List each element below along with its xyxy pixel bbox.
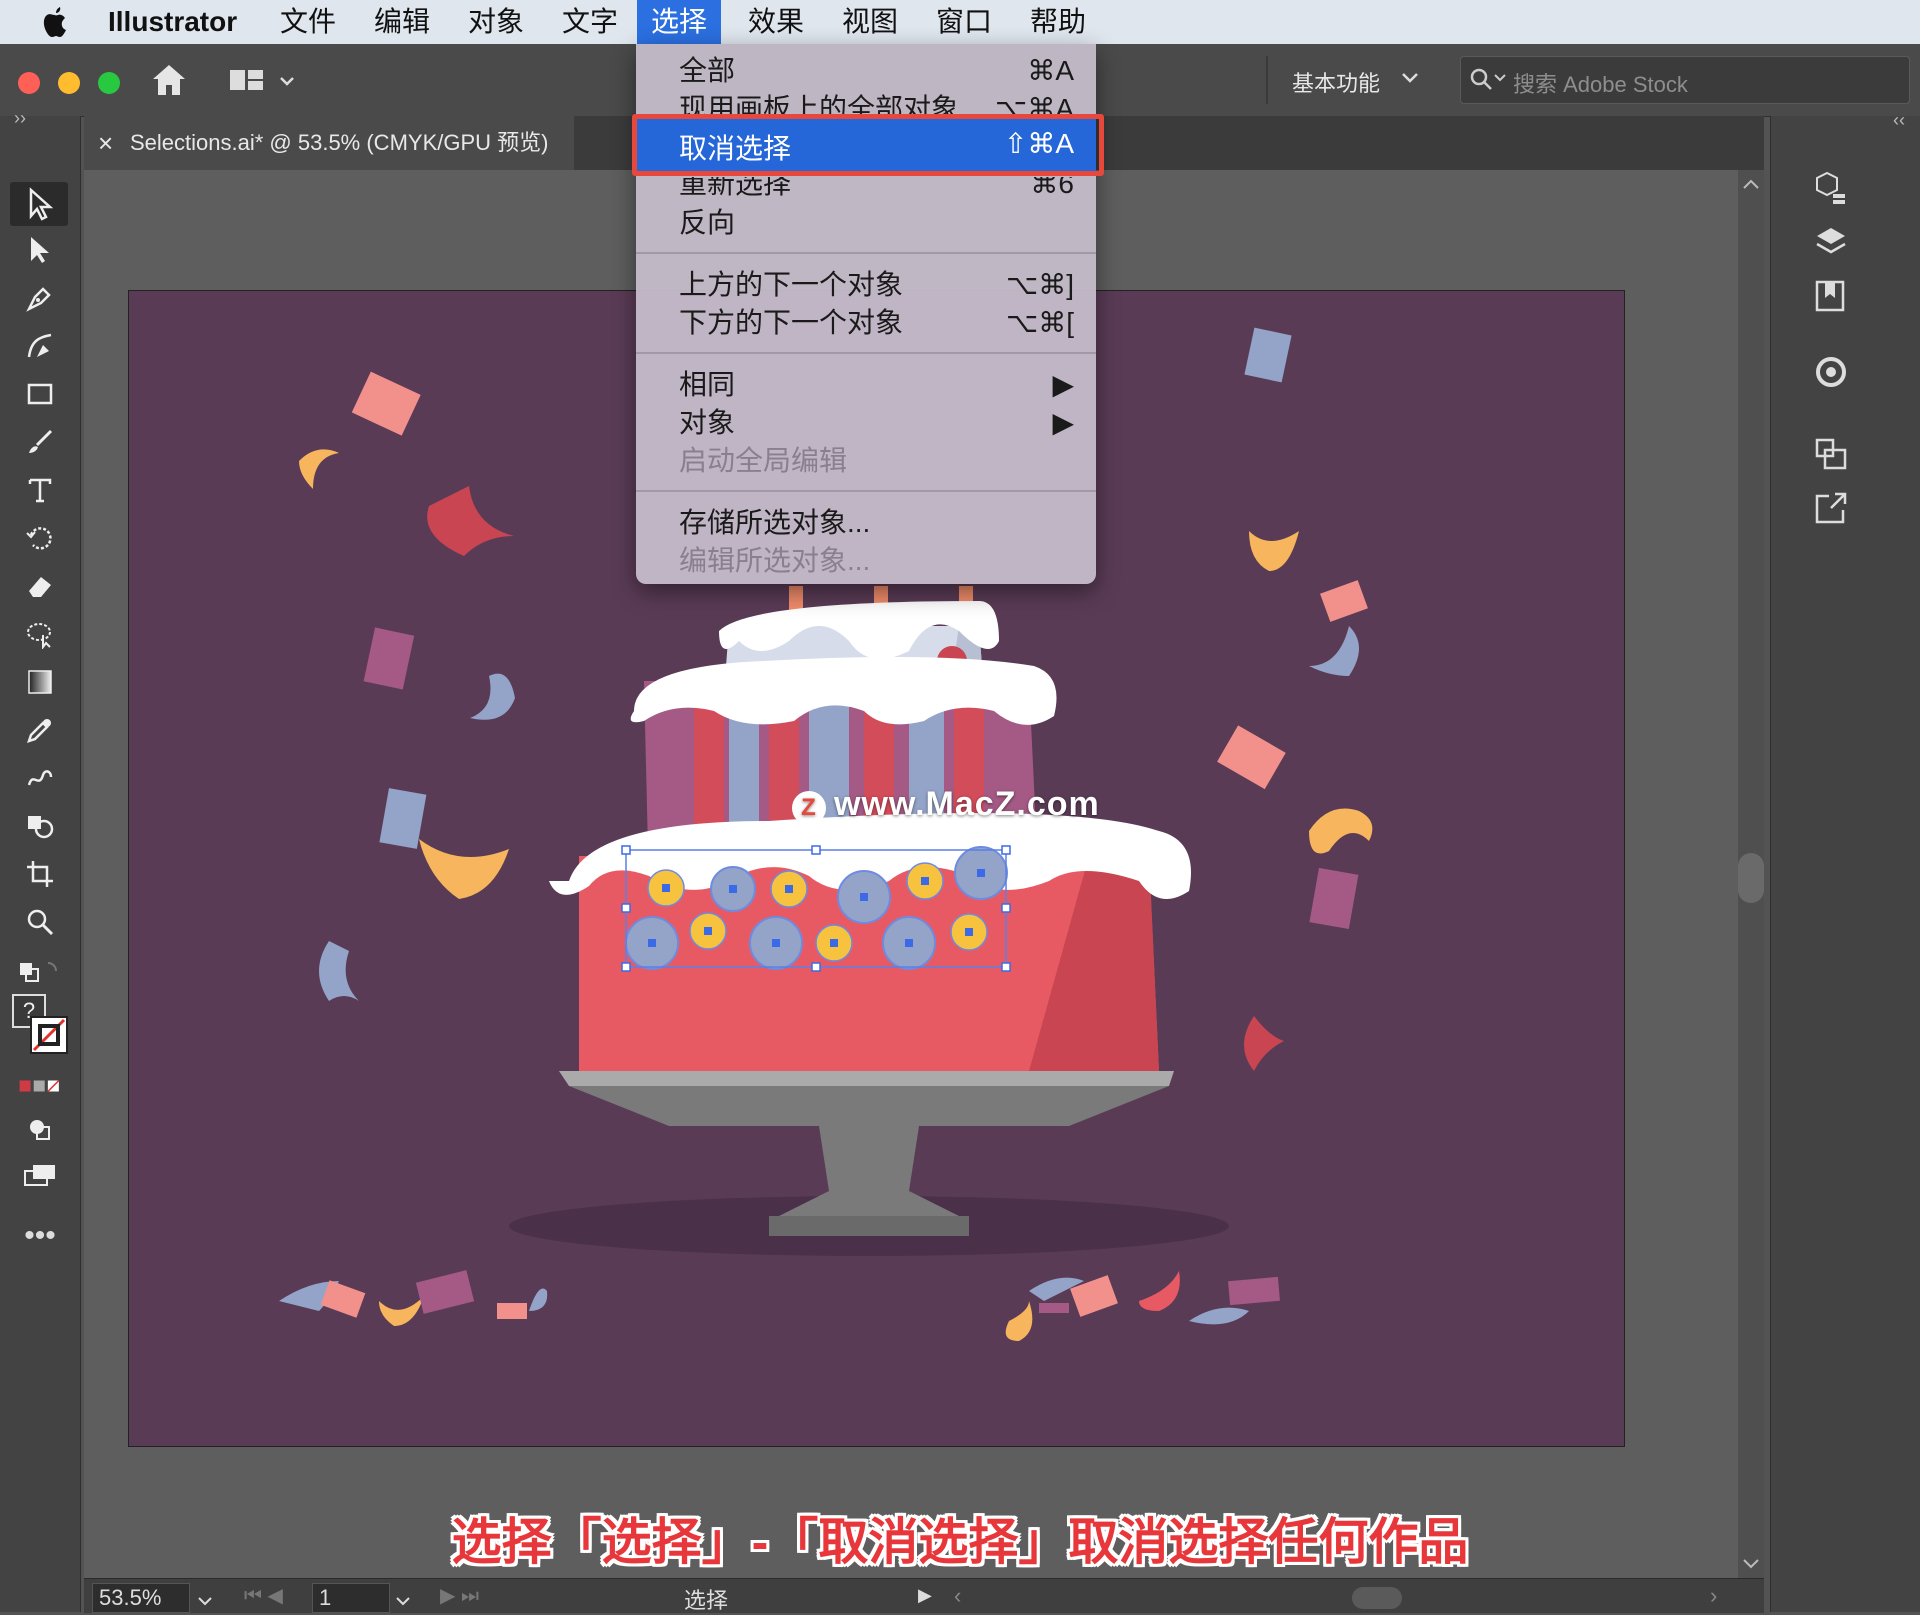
eyedropper-tool-icon[interactable] <box>18 710 62 750</box>
rectangle-tool-icon[interactable] <box>18 374 62 414</box>
color-mode-buttons-icon[interactable] <box>18 1066 62 1106</box>
fill-stroke-swatch[interactable]: ? <box>12 994 68 1056</box>
document-tab[interactable]: × Selections.ai* @ 53.5% (CMYK/GPU 预览) <box>84 116 574 170</box>
menu-separator <box>636 352 1096 354</box>
menu-edit[interactable]: 编辑 <box>360 0 444 44</box>
layers-panel-icon[interactable] <box>1811 222 1851 267</box>
home-icon[interactable] <box>150 62 188 103</box>
shape-builder-tool-icon[interactable] <box>18 806 62 846</box>
swap-fill-stroke-icon[interactable] <box>18 952 62 992</box>
arrange-documents-icon[interactable] <box>228 66 298 101</box>
document-tab-title: Selections.ai* @ 53.5% (CMYK/GPU 预览) <box>130 130 549 155</box>
rotate-tool-icon[interactable] <box>18 518 62 558</box>
submenu-arrow-icon: ▶ <box>1052 407 1074 438</box>
minimize-window-button[interactable] <box>58 72 80 94</box>
artboard-nav-next-icon[interactable]: ▶ ⏭ <box>440 1583 479 1608</box>
paintbrush-tool-icon[interactable] <box>18 422 62 462</box>
menu-item-save-selection[interactable]: 存储所选对象... <box>636 504 1096 542</box>
zoom-level-field[interactable]: 53.5% <box>92 1583 190 1613</box>
curvature-tool-icon[interactable] <box>18 326 62 366</box>
artboard-nav-first-icon[interactable]: ⏮ ◀ <box>244 1583 283 1608</box>
menu-item-next-object-above[interactable]: 上方的下一个对象 ⌥⌘] <box>636 266 1096 304</box>
menu-view[interactable]: 视图 <box>828 0 912 44</box>
chevron-down-icon[interactable] <box>1400 70 1420 91</box>
status-mode-label: 选择 <box>684 1588 729 1613</box>
menu-item-edit-selection: 编辑所选对象... <box>679 545 871 576</box>
menu-item-inverse[interactable]: 反向 <box>636 204 1096 242</box>
macz-logo-icon: Z <box>792 791 826 825</box>
menu-window[interactable]: 窗口 <box>922 0 1006 44</box>
zoom-tool-icon[interactable] <box>18 902 62 942</box>
libraries-panel-icon[interactable] <box>1811 276 1851 321</box>
menu-item-all[interactable]: 全部 ⌘A <box>636 52 1096 90</box>
direct-selection-tool-icon[interactable] <box>18 230 62 270</box>
menu-item-object[interactable]: 对象 ▶ <box>636 404 1096 442</box>
submenu-arrow-icon: ▶ <box>1052 369 1074 400</box>
callout-highlight-box <box>632 114 1104 176</box>
menu-item-reselect[interactable]: 重新选择 ⌘6 <box>636 177 1096 203</box>
tutorial-caption: 选择「选择」-「取消选择」取消选择任何作品 <box>451 1514 1469 1570</box>
menu-type[interactable]: 文字 <box>548 0 632 44</box>
menu-item-same[interactable]: 相同 ▶ <box>636 366 1096 404</box>
puppet-warp-tool-icon[interactable] <box>18 614 62 654</box>
search-icon <box>1469 67 1509 98</box>
stock-search-field[interactable]: 搜索 Adobe Stock <box>1460 56 1910 104</box>
pen-tool-icon[interactable] <box>18 278 62 318</box>
status-menu-arrow-icon[interactable]: ▶ <box>918 1585 932 1606</box>
gradient-tool-icon[interactable] <box>18 662 62 702</box>
status-bar: 53.5% ⏮ ◀ 1 ▶ ⏭ 选择 ▶ ‹ › <box>84 1578 1764 1613</box>
watermark: Zwww.MacZ.com <box>792 785 1100 825</box>
scroll-thumb[interactable] <box>1738 853 1764 903</box>
menu-effect[interactable]: 效果 <box>734 0 818 44</box>
menu-bar: Illustrator 文件 编辑 对象 文字 选择 效果 视图 窗口 帮助 <box>0 0 1920 44</box>
draw-mode-icon[interactable] <box>18 1110 62 1150</box>
menu-object[interactable]: 对象 <box>454 0 538 44</box>
search-placeholder: 搜索 Adobe Stock <box>1513 72 1688 97</box>
properties-panel-icon[interactable] <box>1811 168 1851 213</box>
hscroll-thumb[interactable] <box>1352 1587 1402 1609</box>
menu-item-next-object-below[interactable]: 下方的下一个对象 ⌥⌘[ <box>636 304 1096 342</box>
tools-panel: ›› ? ••• <box>0 108 81 1612</box>
hscroll-left-icon[interactable]: ‹ <box>954 1583 961 1609</box>
menu-item-start-global-edit: 启动全局编辑 <box>679 445 848 476</box>
menu-separator <box>636 490 1096 492</box>
app-menu[interactable]: Illustrator <box>94 0 251 44</box>
scroll-up-icon <box>1743 179 1759 189</box>
menu-file[interactable]: 文件 <box>266 0 350 44</box>
artboard-chevron-icon[interactable] <box>394 1589 412 1615</box>
collapse-dock-icon[interactable]: ‹‹ <box>1893 110 1905 131</box>
menu-separator <box>636 252 1096 254</box>
zoom-chevron-icon[interactable] <box>196 1589 214 1615</box>
hscroll-right-icon[interactable]: › <box>1710 1583 1717 1609</box>
collapse-panel-icon[interactable]: ›› <box>14 108 26 129</box>
eraser-tool-icon[interactable] <box>18 566 62 606</box>
menu-select[interactable]: 选择 <box>637 0 722 44</box>
close-window-button[interactable] <box>18 72 40 94</box>
export-panel-icon[interactable] <box>1811 488 1851 533</box>
panels-dock: ‹‹ <box>1770 110 1920 1612</box>
selection-tool-icon[interactable] <box>18 184 62 224</box>
type-tool-icon[interactable] <box>18 470 62 510</box>
menu-item-all-on-artboard[interactable]: 现用画板上的全部对象 ⌥⌘A <box>636 90 1096 116</box>
vertical-scrollbar[interactable] <box>1738 170 1764 1580</box>
transform-panel-icon[interactable] <box>1811 434 1851 479</box>
workspace-switcher[interactable]: 基本功能 <box>1292 66 1380 98</box>
close-tab-icon[interactable]: × <box>98 116 113 170</box>
zoom-window-button[interactable] <box>98 72 120 94</box>
apple-menu-icon[interactable] <box>26 0 84 44</box>
blend-tool-icon[interactable] <box>18 758 62 798</box>
artboard-number-field[interactable]: 1 <box>312 1583 390 1613</box>
color-wheel-panel-icon[interactable] <box>1811 352 1851 397</box>
menu-help[interactable]: 帮助 <box>1016 0 1100 44</box>
more-tools-icon[interactable]: ••• <box>18 1216 62 1256</box>
watermark-text: www.MacZ.com <box>834 785 1100 823</box>
artboard-tool-icon[interactable] <box>18 854 62 894</box>
screen-mode-icon[interactable] <box>18 1156 62 1196</box>
